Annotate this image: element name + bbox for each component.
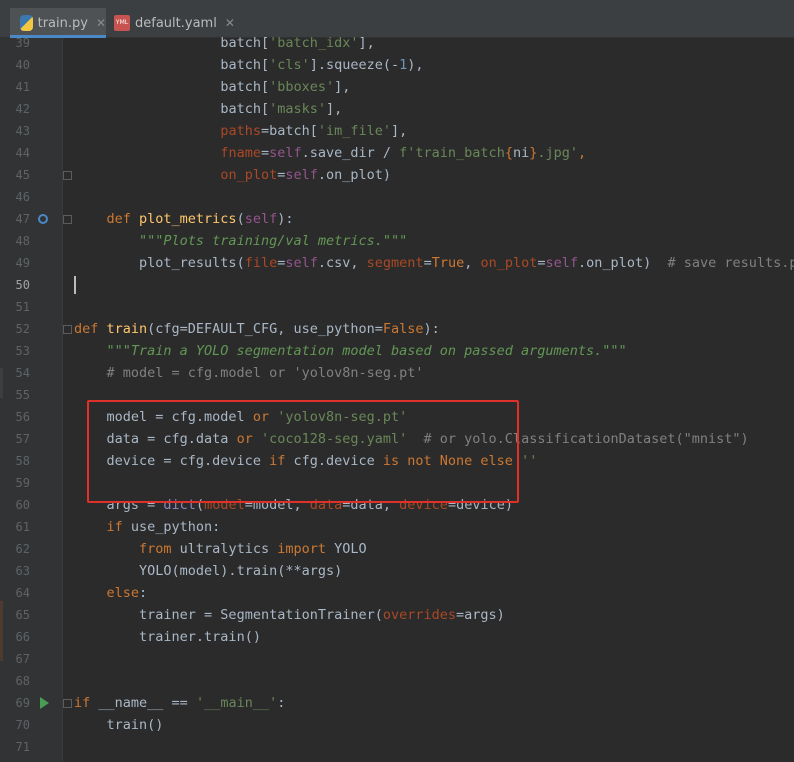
- line-number: 57: [15, 432, 30, 446]
- code-text: batch['masks'],: [220, 101, 343, 117]
- code-line[interactable]: 50: [0, 274, 794, 296]
- line-number: 53: [15, 344, 30, 358]
- tab-label: train.py: [37, 15, 88, 31]
- code-line[interactable]: 51: [0, 296, 794, 318]
- code-line[interactable]: 43 paths=batch['im_file'],: [0, 120, 794, 142]
- line-number: 67: [15, 652, 30, 666]
- code-line[interactable]: 46: [0, 186, 794, 208]
- code-line[interactable]: 47 def plot_metrics(self):: [0, 208, 794, 230]
- code-line[interactable]: 68: [0, 670, 794, 692]
- code-line[interactable]: 39 batch['batch_idx'],: [0, 32, 794, 54]
- line-number: 45: [15, 168, 30, 182]
- override-method-icon[interactable]: [38, 214, 48, 224]
- code-line[interactable]: 49 plot_results(file=self.csv, segment=T…: [0, 252, 794, 274]
- title-strip: [0, 0, 794, 8]
- code-line[interactable]: 44 fname=self.save_dir / f'train_batch{n…: [0, 142, 794, 164]
- line-number: 43: [15, 124, 30, 138]
- code-line[interactable]: 52 def train(cfg=DEFAULT_CFG, use_python=…: [0, 318, 794, 340]
- code-text: # model = cfg.model or 'yolov8n-seg.pt': [106, 365, 424, 381]
- text-caret: [74, 276, 76, 294]
- code-line[interactable]: 65 trainer = SegmentationTrainer(overrid…: [0, 604, 794, 626]
- close-icon[interactable]: ✕: [225, 16, 235, 30]
- line-number: 71: [15, 740, 30, 754]
- code-line[interactable]: 71: [0, 736, 794, 758]
- line-number: 61: [15, 520, 30, 534]
- line-number: 52: [15, 322, 30, 336]
- code-text: fname=self.save_dir / f'train_batch{ni}.…: [220, 145, 587, 161]
- code-text: on_plot=self.on_plot): [220, 167, 392, 183]
- line-number: 62: [15, 542, 30, 556]
- line-number: 64: [15, 586, 30, 600]
- line-number: 49: [15, 256, 30, 270]
- code-text: YOLO(model).train(**args): [139, 563, 343, 579]
- code-text: if __name__ == '__main__':: [74, 695, 286, 711]
- line-number: 56: [15, 410, 30, 424]
- line-number: 48: [15, 234, 30, 248]
- code-text: trainer.train(): [139, 629, 261, 645]
- code-text: else:: [106, 585, 148, 601]
- code-line[interactable]: 45 on_plot=self.on_plot): [0, 164, 794, 186]
- code-line[interactable]: 66 trainer.train(): [0, 626, 794, 648]
- fold-toggle-icon[interactable]: [63, 171, 72, 180]
- code-line[interactable]: 40 batch['cls'].squeeze(-1),: [0, 54, 794, 76]
- code-text: from ultralytics import YOLO: [139, 541, 367, 557]
- line-number: 63: [15, 564, 30, 578]
- fold-toggle-icon[interactable]: [63, 699, 72, 708]
- line-number: 70: [15, 718, 30, 732]
- code-text: paths=batch['im_file'],: [220, 123, 408, 139]
- code-line[interactable]: 48 """Plots training/val metrics.""": [0, 230, 794, 252]
- code-text: batch['batch_idx'],: [220, 35, 375, 51]
- code-line[interactable]: 70 train(): [0, 714, 794, 736]
- line-number: 65: [15, 608, 30, 622]
- line-number: 55: [15, 388, 30, 402]
- line-number: 58: [15, 454, 30, 468]
- run-icon[interactable]: [40, 697, 49, 709]
- line-number: 40: [15, 58, 30, 72]
- line-number: 54: [15, 366, 30, 380]
- code-text: if use_python:: [106, 519, 221, 535]
- line-number: 59: [15, 476, 30, 490]
- line-number: 69: [15, 696, 30, 710]
- close-icon[interactable]: ✕: [96, 16, 106, 30]
- line-number: 44: [15, 146, 30, 160]
- fold-toggle-icon[interactable]: [63, 325, 72, 334]
- code-line[interactable]: 63 YOLO(model).train(**args): [0, 560, 794, 582]
- code-text: batch['cls'].squeeze(-1),: [220, 57, 424, 73]
- code-text: plot_results(file=self.csv, segment=True…: [139, 255, 794, 271]
- tab-label: default.yaml: [135, 15, 217, 31]
- line-number: 41: [15, 80, 30, 94]
- line-number: 42: [15, 102, 30, 116]
- line-number: 51: [15, 300, 30, 314]
- fold-toggle-icon[interactable]: [63, 215, 72, 224]
- line-number: 47: [15, 212, 30, 226]
- code-text: trainer = SegmentationTrainer(overrides=…: [139, 607, 505, 623]
- code-line[interactable]: 62 from ultralytics import YOLO: [0, 538, 794, 560]
- python-file-icon: [20, 15, 33, 31]
- code-line[interactable]: 67: [0, 648, 794, 670]
- highlight-box: [87, 400, 519, 503]
- code-text: """Plots training/val metrics.""": [139, 233, 408, 249]
- code-line[interactable]: 54 # model = cfg.model or 'yolov8n-seg.p…: [0, 362, 794, 384]
- code-line[interactable]: 53 """Train a YOLO segmentation model ba…: [0, 340, 794, 362]
- code-text: batch['bboxes'],: [220, 79, 351, 95]
- code-line[interactable]: 69 if __name__ == '__main__':: [0, 692, 794, 714]
- yaml-file-icon: YML: [114, 15, 130, 31]
- line-number: 68: [15, 674, 30, 688]
- code-line[interactable]: 41 batch['bboxes'],: [0, 76, 794, 98]
- line-number: 50: [15, 278, 30, 292]
- code-text: def plot_metrics(self):: [106, 211, 294, 227]
- code-line[interactable]: 42 batch['masks'],: [0, 98, 794, 120]
- line-number: 46: [15, 190, 30, 204]
- line-number: 39: [15, 36, 30, 50]
- code-line[interactable]: 64 else:: [0, 582, 794, 604]
- code-editor[interactable]: 39 batch['batch_idx'], 40 batch['cls'].sq…: [0, 35, 794, 762]
- code-text: def train(cfg=DEFAULT_CFG, use_python=Fa…: [74, 321, 440, 337]
- line-number: 66: [15, 630, 30, 644]
- line-number: 60: [15, 498, 30, 512]
- code-line[interactable]: 61 if use_python:: [0, 516, 794, 538]
- code-text: """Train a YOLO segmentation model based…: [106, 343, 627, 359]
- code-text: train(): [106, 717, 164, 733]
